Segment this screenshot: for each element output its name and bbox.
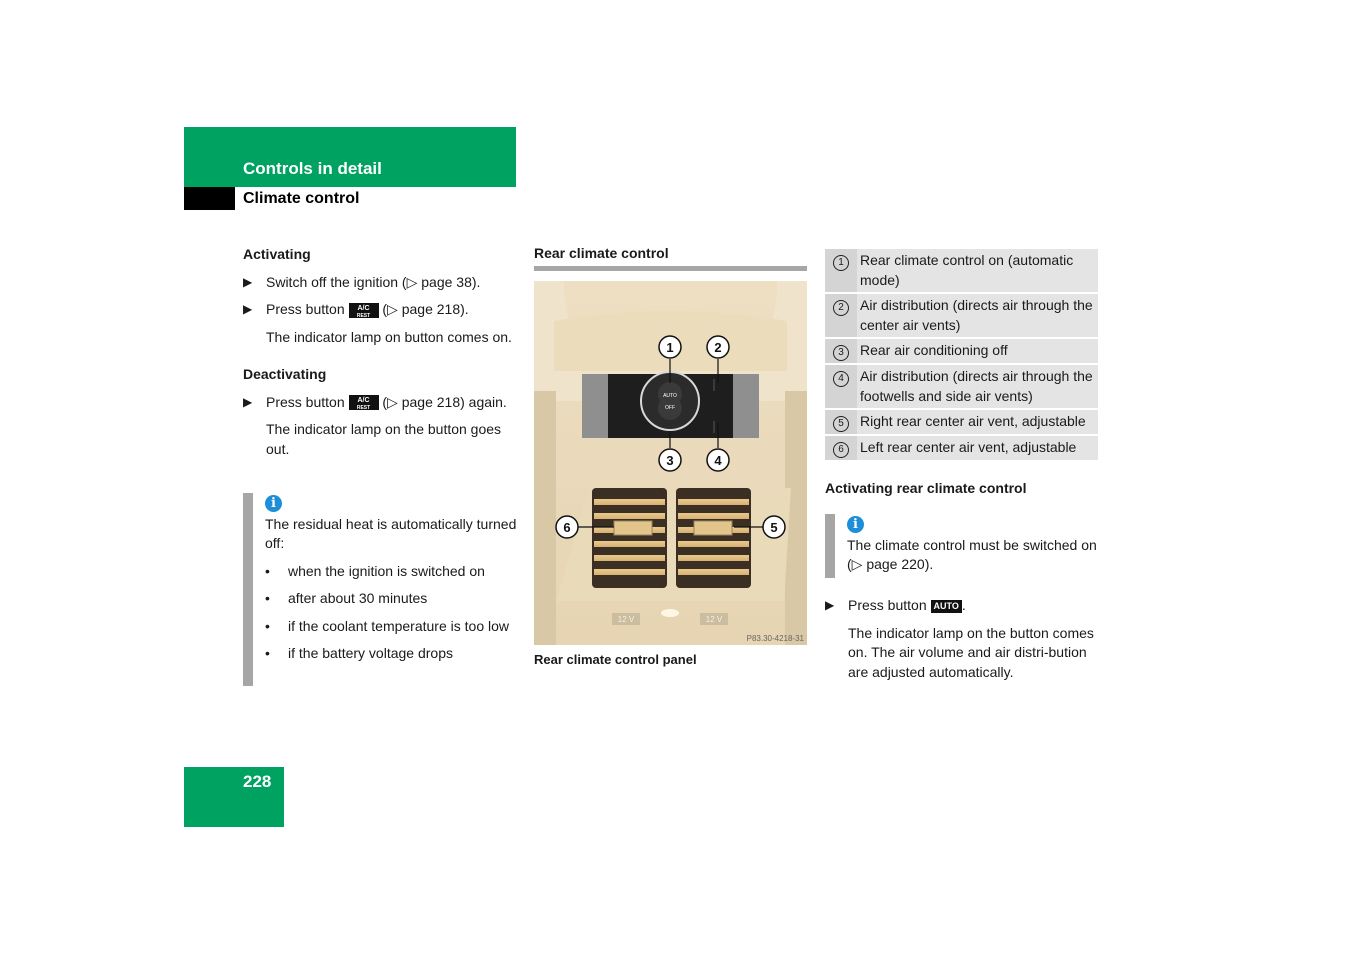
callout-legend: 1 Rear climate control on (automatic mode…	[825, 249, 1098, 462]
svg-text:3: 3	[666, 453, 673, 468]
page-number: 228	[243, 772, 272, 791]
step-text: Press button	[848, 597, 927, 613]
svg-text:2: 2	[714, 340, 721, 355]
rear-climate-photo: AUTO OFF 12 V 12 V 1 2 3 4 5 6 P83.30-42…	[534, 281, 807, 645]
arrow-icon: ▶	[243, 302, 253, 316]
residual-heat-note: i The residual heat is automatically tur…	[243, 493, 535, 686]
rear-console-illustration: AUTO OFF 12 V 12 V 1 2 3 4 5 6 P83.30-42…	[534, 281, 807, 645]
svg-text:6: 6	[563, 520, 570, 535]
result-text: The indicator lamp on button comes on.	[266, 328, 512, 345]
table-row: 3 Rear air conditioning off	[825, 338, 1098, 365]
step: ▶ Switch off the ignition (▷ page 38).	[243, 273, 523, 293]
ac-rest-key-icon: A/C REST	[348, 302, 379, 319]
step-text: Press button	[266, 301, 345, 317]
heading-rule	[534, 266, 807, 271]
list-item: • if the coolant temperature is too low	[265, 617, 510, 634]
arrow-icon: ▶	[243, 274, 253, 289]
rear-climate-heading: Rear climate control	[534, 245, 669, 261]
table-row: 2 Air distribution (directs air through t…	[825, 293, 1098, 339]
rear-note: i The climate control must be switched o…	[825, 514, 1109, 578]
svg-text:OFF: OFF	[665, 405, 675, 411]
result-text: The indicator lamp on the button goes ou…	[266, 421, 502, 457]
subsection-title: Climate control	[243, 190, 360, 207]
svg-text:AUTO: AUTO	[663, 393, 677, 399]
section-title: Controls in detail	[243, 159, 382, 178]
page-ref: (▷ page 218) again.	[382, 393, 507, 410]
image-code: P83.30-4218-31	[747, 634, 805, 643]
note-text: The climate control must be switched on …	[847, 536, 1097, 573]
list-item: • after about 30 minutes	[265, 590, 428, 606]
activating-rear-heading: Activating rear climate control	[825, 480, 1027, 496]
figure-caption: Rear climate control panel	[534, 652, 697, 667]
page-ref: (▷ page 218).	[382, 301, 469, 317]
result-text: The indicator lamp on the button comes o…	[848, 624, 1094, 680]
activating-heading: Activating	[243, 246, 311, 262]
ac-rest-key-icon: A/C REST	[348, 395, 379, 411]
table-row: 4 Air distribution (directs air through t…	[825, 364, 1098, 410]
deactivating-heading: Deactivating	[243, 366, 327, 382]
info-icon: i	[265, 495, 282, 512]
header-marker	[184, 187, 235, 210]
svg-text:12 V: 12 V	[706, 615, 723, 624]
step: ▶ Press button A/C REST (▷ page 218).	[243, 300, 523, 320]
svg-text:4: 4	[714, 453, 722, 468]
rear-steps: ▶ Press button AUTO. The indicator lamp …	[825, 596, 1100, 682]
step: ▶ Press button A/C REST (▷ page 218) agai…	[243, 393, 523, 413]
svg-text:1: 1	[666, 340, 673, 355]
table-row: 5 Right rear center air vent, adjustable	[825, 409, 1098, 436]
table-row: 6 Left rear center air vent, adjustable	[825, 435, 1098, 462]
arrow-icon: ▶	[825, 598, 835, 612]
list-item: • when the ignition is switched on	[265, 562, 485, 579]
info-icon: i	[847, 516, 864, 533]
table-row: 1 Rear climate control on (automatic mode…	[825, 249, 1098, 294]
step: ▶ Press button AUTO.	[825, 596, 1100, 616]
arrow-icon: ▶	[243, 394, 253, 409]
step-text: Press button	[266, 393, 345, 410]
svg-text:5: 5	[770, 520, 777, 535]
list-item: • if the battery voltage drops	[265, 645, 453, 661]
auto-key-icon: AUTO	[930, 599, 962, 613]
left-column: Activating ▶ Switch off the ignition (▷ …	[243, 245, 523, 459]
svg-text:12 V: 12 V	[618, 615, 635, 624]
note-text: The residual heat is automatically turne…	[265, 515, 517, 552]
step-text: Switch off the ignition (▷ page 38).	[266, 273, 481, 290]
